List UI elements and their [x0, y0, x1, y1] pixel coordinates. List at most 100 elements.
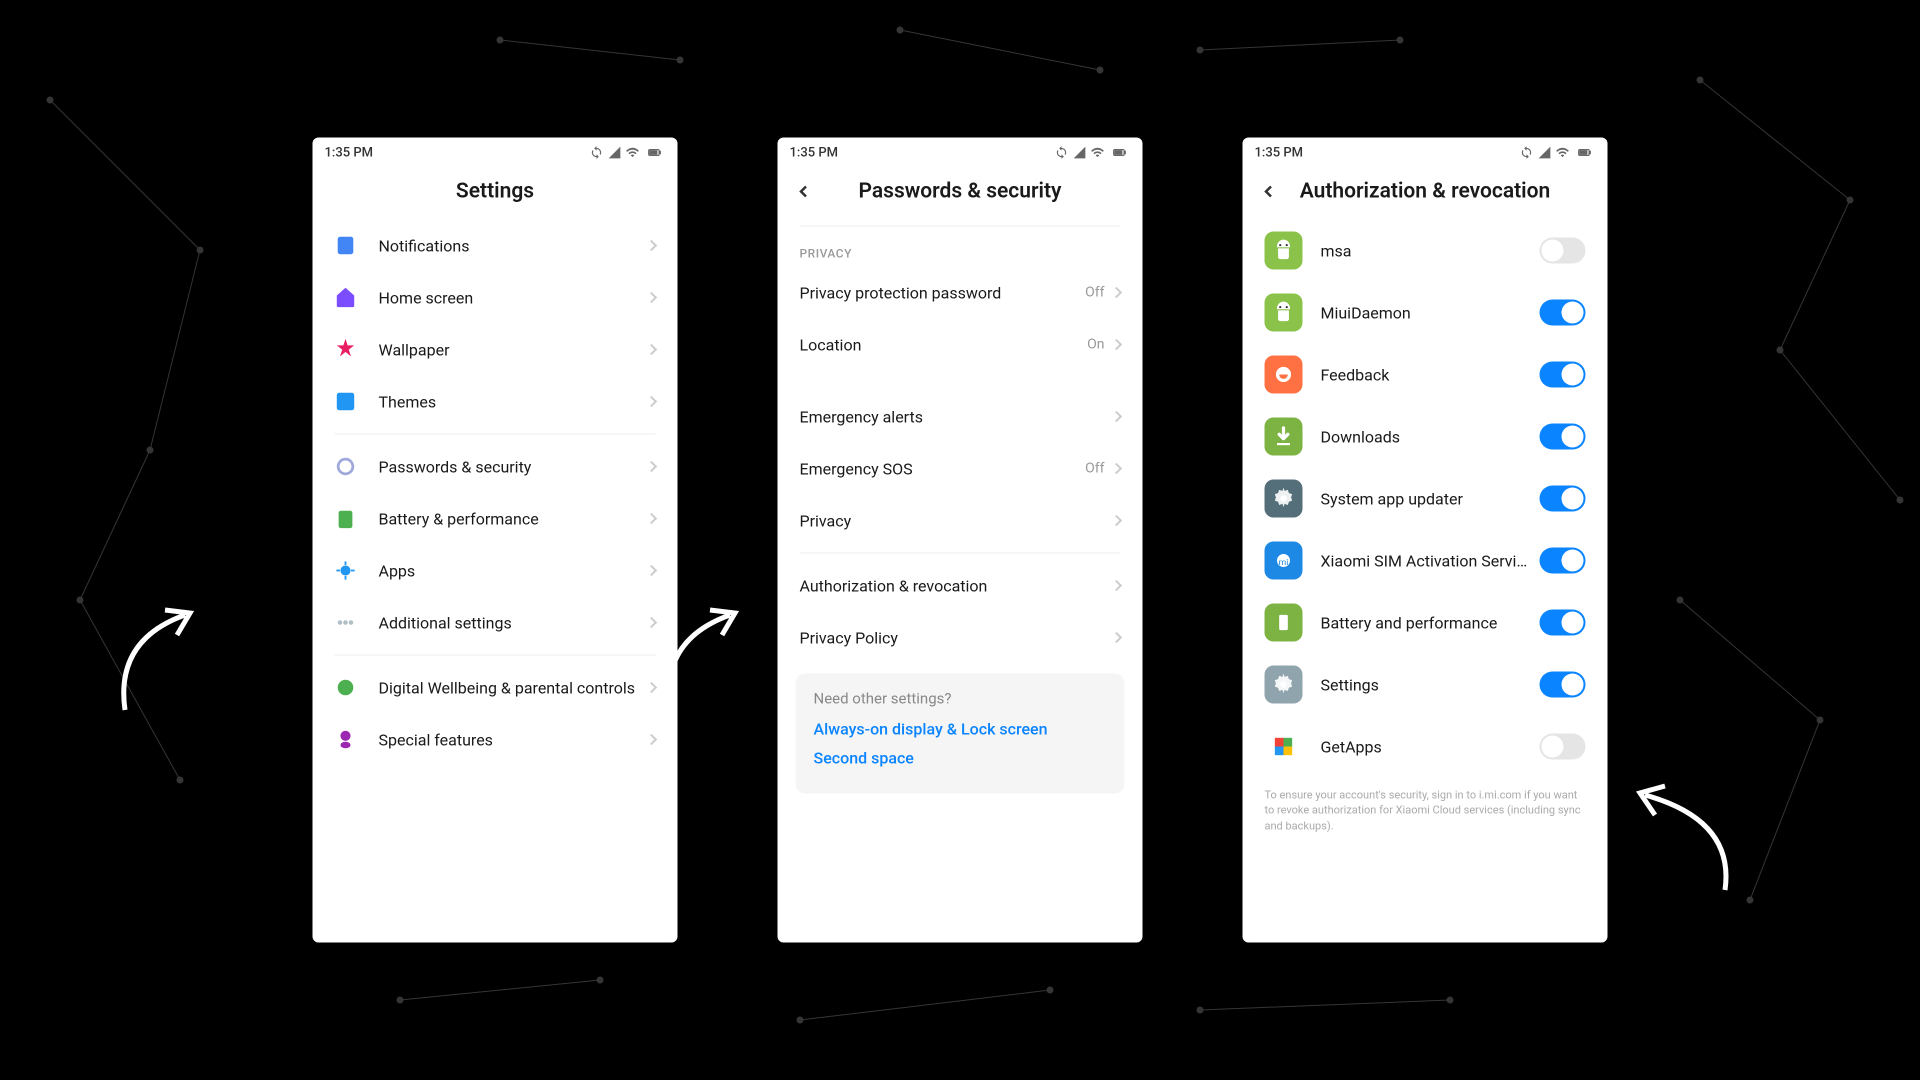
app-icon — [1265, 294, 1303, 332]
settings-list: Notifications Home screen Wallpaper Them… — [313, 220, 678, 943]
app-toggle[interactable] — [1540, 300, 1586, 326]
divider — [800, 553, 1121, 554]
chevron-left-icon — [1259, 182, 1279, 202]
settings-item[interactable]: Special features — [331, 714, 660, 766]
page-title: Passwords & security — [859, 180, 1062, 204]
wellbeing-icon — [335, 677, 357, 699]
security-item-label: Authorization & revocation — [800, 576, 1113, 595]
security-item[interactable]: Privacy protection password Off — [796, 267, 1125, 319]
app-toggle[interactable] — [1540, 238, 1586, 264]
back-button[interactable] — [1257, 180, 1281, 204]
wifi-icon — [1091, 146, 1105, 160]
wallpaper-icon — [335, 339, 357, 361]
chevron-right-icon — [646, 617, 657, 628]
sync-icon — [1055, 146, 1069, 160]
signal-icon — [1073, 146, 1087, 160]
chevron-right-icon — [646, 344, 657, 355]
status-icons — [1055, 146, 1131, 160]
special-icon — [335, 729, 357, 751]
app-toggle[interactable] — [1540, 424, 1586, 450]
security-item[interactable]: Location On — [796, 319, 1125, 371]
divider — [335, 655, 656, 656]
app-row: Settings — [1261, 654, 1590, 716]
sync-icon — [590, 146, 604, 160]
header: Settings — [313, 168, 678, 220]
app-icon — [1265, 666, 1303, 704]
app-row: Feedback — [1261, 344, 1590, 406]
app-list: msa MiuiDaemon Feedback Downloads System… — [1243, 220, 1608, 943]
security-item-label: Emergency alerts — [800, 407, 1113, 426]
settings-item-label: Battery & performance — [379, 509, 648, 528]
chevron-right-icon — [1111, 411, 1122, 422]
app-icon — [1265, 728, 1303, 766]
battery-icon — [335, 508, 357, 530]
settings-item[interactable]: Digital Wellbeing & parental controls — [331, 662, 660, 714]
chevron-right-icon — [1111, 515, 1122, 526]
settings-item[interactable]: Additional settings — [331, 597, 660, 649]
app-label: Settings — [1321, 675, 1540, 694]
app-toggle[interactable] — [1540, 486, 1586, 512]
settings-item[interactable]: Home screen — [331, 272, 660, 324]
app-row: GetApps — [1261, 716, 1590, 778]
security-item[interactable]: Privacy Policy — [796, 612, 1125, 664]
battery-icon — [1109, 146, 1131, 160]
settings-item[interactable]: Battery & performance — [331, 493, 660, 545]
chevron-right-icon — [1111, 287, 1122, 298]
notifications-icon — [335, 235, 357, 257]
status-time: 1:35 PM — [1255, 145, 1304, 160]
chevron-right-icon — [646, 240, 657, 251]
settings-item[interactable]: Themes — [331, 376, 660, 428]
app-toggle[interactable] — [1540, 548, 1586, 574]
phone-security: 1:35 PM Passwords & security PRIVACY Pri… — [778, 138, 1143, 943]
settings-item-label: Apps — [379, 561, 648, 580]
app-toggle[interactable] — [1540, 610, 1586, 636]
app-toggle[interactable] — [1540, 734, 1586, 760]
chevron-right-icon — [646, 292, 657, 303]
home-icon — [335, 287, 357, 309]
page-title: Authorization & revocation — [1300, 180, 1551, 204]
security-icon — [335, 456, 357, 478]
chevron-right-icon — [646, 396, 657, 407]
settings-item[interactable]: Notifications — [331, 220, 660, 272]
svg-text:mi: mi — [1279, 558, 1289, 568]
link-always-on-display[interactable]: Always-on display & Lock screen — [814, 720, 1107, 739]
app-row: Downloads — [1261, 406, 1590, 468]
other-settings-label: Need other settings? — [814, 690, 1107, 708]
phones-container: 1:35 PM Settings Notifications Home scre… — [313, 138, 1608, 943]
chevron-left-icon — [794, 182, 814, 202]
back-button[interactable] — [792, 180, 816, 204]
divider — [335, 434, 656, 435]
settings-item[interactable]: Wallpaper — [331, 324, 660, 376]
security-item[interactable]: Emergency SOS Off — [796, 443, 1125, 495]
security-item-label: Privacy protection password — [800, 283, 1086, 302]
other-settings-card: Need other settings? Always-on display &… — [796, 674, 1125, 794]
link-second-space[interactable]: Second space — [814, 749, 1107, 768]
header: Authorization & revocation — [1243, 168, 1608, 220]
settings-item-label: Wallpaper — [379, 340, 648, 359]
chevron-right-icon — [646, 513, 657, 524]
app-row: msa — [1261, 220, 1590, 282]
settings-item[interactable]: Passwords & security — [331, 441, 660, 493]
app-icon — [1265, 356, 1303, 394]
app-icon: mi — [1265, 542, 1303, 580]
security-item[interactable]: Emergency alerts — [796, 391, 1125, 443]
status-bar: 1:35 PM — [1243, 138, 1608, 168]
page-title: Settings — [456, 180, 534, 204]
status-bar: 1:35 PM — [313, 138, 678, 168]
app-toggle[interactable] — [1540, 362, 1586, 388]
security-list: PRIVACY Privacy protection password Off … — [778, 220, 1143, 943]
chevron-right-icon — [1111, 463, 1122, 474]
app-icon — [1265, 418, 1303, 456]
status-icons — [1520, 146, 1596, 160]
security-item[interactable]: Authorization & revocation — [796, 560, 1125, 612]
security-item[interactable]: Privacy — [796, 495, 1125, 547]
app-label: Downloads — [1321, 427, 1540, 446]
chevron-right-icon — [1111, 632, 1122, 643]
app-toggle[interactable] — [1540, 672, 1586, 698]
app-icon — [1265, 232, 1303, 270]
chevron-right-icon — [646, 682, 657, 693]
settings-item[interactable]: Apps — [331, 545, 660, 597]
wifi-icon — [626, 146, 640, 160]
footnote: To ensure your account's security, sign … — [1261, 778, 1590, 844]
app-label: Battery and performance — [1321, 613, 1540, 632]
